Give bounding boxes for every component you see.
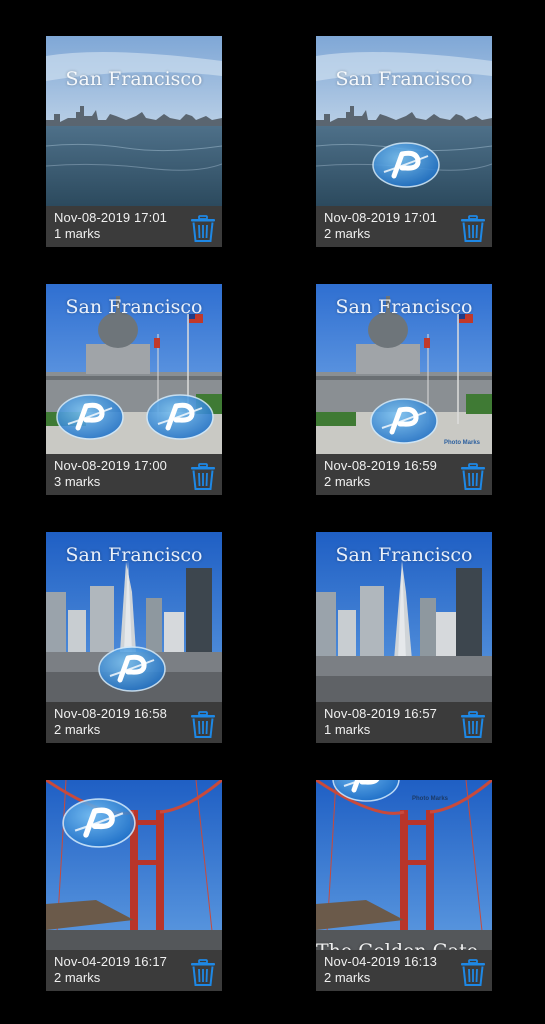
photo-marks-count: 3 marks	[54, 474, 101, 489]
photo-thumbnail[interactable]: San Francisco	[46, 36, 222, 206]
photo-info-bar: Nov-04-2019 16:13 2 marks	[316, 950, 492, 991]
photo-info-bar: Nov-08-2019 16:59 2 marks	[316, 454, 492, 495]
watermark-label: Photo Marks	[412, 796, 449, 802]
photo-caption-overlay: San Francisco	[65, 296, 203, 318]
photo-card[interactable]: San Francisco Nov-08-2019 16:57 1 marks	[316, 532, 492, 743]
photo-marks-count: 1 marks	[324, 722, 371, 737]
watermark-label: Photo Marks	[444, 440, 481, 446]
photo-marks-count: 2 marks	[324, 970, 371, 985]
photo-caption-overlay: San Francisco	[335, 296, 473, 318]
photo-info-bar: Nov-08-2019 17:00 3 marks	[46, 454, 222, 495]
golden-gate-image	[316, 780, 492, 950]
photo-date: Nov-08-2019 17:01	[54, 210, 167, 225]
photo-card[interactable]: San Francisco Nov-08-2019 17:01 2 marks	[316, 36, 492, 247]
photo-card[interactable]: Nov-04-2019 16:17 2 marks	[46, 780, 222, 991]
trash-icon[interactable]	[190, 959, 216, 987]
photo-date: Nov-08-2019 16:58	[54, 706, 167, 721]
photo-marks-count: 2 marks	[54, 970, 101, 985]
skyline-bay-image	[46, 36, 222, 206]
photo-thumbnail[interactable]: San Francisco	[316, 36, 492, 206]
photo-thumbnail[interactable]: San Francisco	[316, 532, 492, 702]
photo-date: Nov-04-2019 16:13	[324, 954, 437, 969]
photo-card[interactable]: Photo Marks The Golden Gate Nov-04-2019 …	[316, 780, 492, 991]
photo-info-bar: Nov-08-2019 17:01 1 marks	[46, 206, 222, 247]
photo-card[interactable]: San Francisco Nov-08-2019 16:58 2 marks	[46, 532, 222, 743]
photo-card[interactable]: San Francisco Photo Marks Nov-08-2019 16…	[316, 284, 492, 495]
photo-thumbnail[interactable]	[46, 780, 222, 950]
photo-caption-overlay: San Francisco	[65, 544, 203, 566]
trash-icon[interactable]	[190, 711, 216, 739]
photo-date: Nov-04-2019 16:17	[54, 954, 167, 969]
photo-caption-overlay: San Francisco	[335, 68, 473, 90]
trash-icon[interactable]	[460, 463, 486, 491]
bridge-caption-overlay: The Golden Gate	[316, 940, 492, 950]
trash-icon[interactable]	[190, 215, 216, 243]
photo-marks-count: 1 marks	[54, 226, 101, 241]
photo-marks-count: 2 marks	[54, 722, 101, 737]
trash-icon[interactable]	[460, 711, 486, 739]
trash-icon[interactable]	[460, 215, 486, 243]
photo-info-bar: Nov-08-2019 16:58 2 marks	[46, 702, 222, 743]
skyline-bay-image	[316, 36, 492, 206]
photo-card[interactable]: San Francisco Nov-08-2019 17:01 1 marks	[46, 36, 222, 247]
photo-marks-count: 2 marks	[324, 474, 371, 489]
photo-date: Nov-08-2019 17:00	[54, 458, 167, 473]
photo-thumbnail[interactable]: San Francisco	[46, 284, 222, 454]
trash-icon[interactable]	[460, 959, 486, 987]
photo-marks-count: 2 marks	[324, 226, 371, 241]
photo-info-bar: Nov-08-2019 16:57 1 marks	[316, 702, 492, 743]
photo-card[interactable]: San Francisco Nov-08-2019 17:00 3 marks	[46, 284, 222, 495]
photo-thumbnail[interactable]: San Francisco Photo Marks	[316, 284, 492, 454]
photo-thumbnail[interactable]: Photo Marks The Golden Gate	[316, 780, 492, 950]
photo-info-bar: Nov-04-2019 16:17 2 marks	[46, 950, 222, 991]
trash-icon[interactable]	[190, 463, 216, 491]
photo-date: Nov-08-2019 16:57	[324, 706, 437, 721]
photo-date: Nov-08-2019 16:59	[324, 458, 437, 473]
photo-thumbnail[interactable]: San Francisco	[46, 532, 222, 702]
photo-date: Nov-08-2019 17:01	[324, 210, 437, 225]
photo-caption-overlay: San Francisco	[65, 68, 203, 90]
photo-info-bar: Nov-08-2019 17:01 2 marks	[316, 206, 492, 247]
photo-caption-overlay: San Francisco	[335, 544, 473, 566]
golden-gate-image	[46, 780, 222, 950]
